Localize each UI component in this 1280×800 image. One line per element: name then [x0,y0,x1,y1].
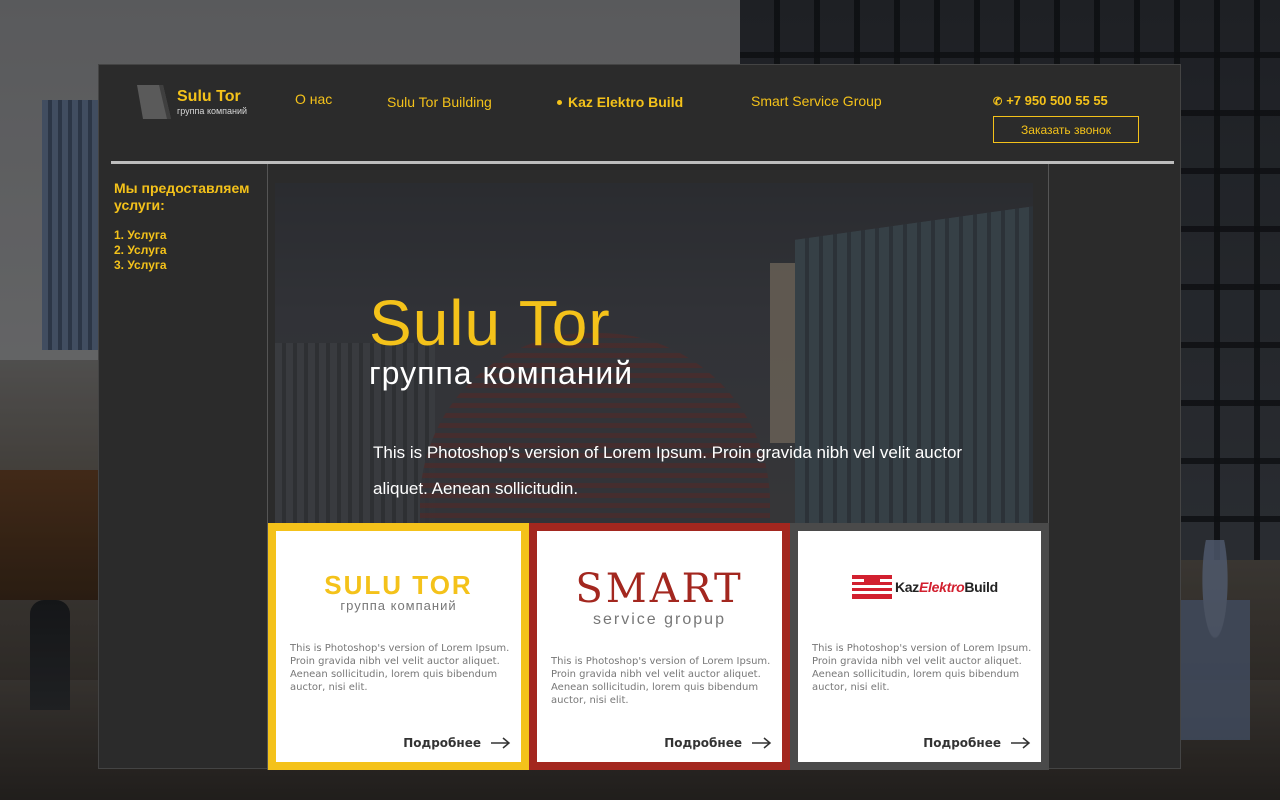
brand-subtitle: группа компаний [340,598,457,613]
header-divider [111,161,1174,164]
company-card-kaz-elektro-build[interactable]: KazElektroBuild This is Photoshop's vers… [790,523,1049,770]
card-description: This is Photoshop's version of Lorem Ips… [551,656,771,706]
logo-title: Sulu Tor [177,87,241,105]
card-body: SMART service gropup This is Photoshop's… [537,531,782,762]
brand-subtitle: service gropup [593,611,726,628]
card-description: This is Photoshop's version of Lorem Ips… [812,643,1032,693]
more-label: Подробнее [923,736,1001,750]
more-label: Подробнее [403,736,481,750]
more-label: Подробнее [664,736,742,750]
company-card-sulu-tor[interactable]: SULU TOR группа компаний This is Photosh… [268,523,529,770]
callback-button[interactable]: Заказать звонок [993,116,1139,143]
nav-kaz-elektro-build-label: Kaz Elektro Build [568,94,684,110]
card-body: SULU TOR группа компаний This is Photosh… [276,531,521,762]
card-description: This is Photoshop's version of Lorem Ips… [290,643,510,693]
phone-link[interactable]: ✆ +7 950 500 55 55 [993,93,1108,108]
company-card-smart[interactable]: SMART service gropup This is Photoshop's… [529,523,790,770]
hero-title: Sulu Tor [369,287,611,359]
main-panel: Sulu Tor группа компаний О нас Sulu Tor … [98,64,1181,770]
logo-subtitle: группа компаний [177,105,248,116]
brand-title-build: Build [964,579,998,595]
nav-sulu-tor-building[interactable]: Sulu Tor Building [387,94,492,110]
nav-smart-service-group[interactable]: Smart Service Group [751,93,882,109]
more-link[interactable]: Подробнее [923,736,1031,750]
brand-title: SMART [575,566,744,612]
site-logo[interactable]: Sulu Tor группа компаний [137,85,247,119]
brand-title: KazElektroBuild [895,579,998,595]
site-header: Sulu Tor группа компаний О нас Sulu Tor … [99,65,1180,161]
more-link[interactable]: Подробнее [403,736,511,750]
nav-kaz-elektro-build[interactable]: Kaz Elektro Build [557,94,683,110]
card-body: KazElektroBuild This is Photoshop's vers… [798,531,1041,762]
arrow-right-icon [752,737,772,749]
phone-icon: ✆ [993,96,1003,108]
sulu-tor-brand: SULU TOR группа компаний [276,571,521,613]
hero-banner: Sulu Tor группа компаний This is Photosh… [275,183,1033,523]
arrow-right-icon [1011,737,1031,749]
services-list: 1. Услуга 2. Услуга 3. Услуга [114,228,267,273]
hero-text: This is Photoshop's version of Lorem Ips… [373,443,963,498]
more-link[interactable]: Подробнее [664,736,772,750]
active-dot-icon [557,99,562,105]
smart-brand: SMART service gropup [537,567,782,629]
arrow-right-icon [491,737,511,749]
service-item[interactable]: 1. Услуга [114,228,267,243]
service-item[interactable]: 2. Услуга [114,243,267,258]
brand-title: SULU TOR [324,570,473,600]
kaz-logo-icon [852,575,892,599]
brand-title-elektro: Elektro [919,579,965,595]
sidebar-title: Мы предоставляем услуги: [114,180,250,213]
brand-title-kaz: Kaz [895,579,919,595]
phone-number: +7 950 500 55 55 [1006,93,1108,108]
kaz-elektro-build-brand: KazElektroBuild [852,575,998,599]
hero-subtitle: группа компаний [369,355,634,391]
service-item[interactable]: 3. Услуга [114,258,267,273]
nav-about[interactable]: О нас [295,91,332,107]
logo-mark-icon [137,85,171,119]
sidebar: Мы предоставляем услуги: 1. Услуга 2. Ус… [111,164,268,770]
